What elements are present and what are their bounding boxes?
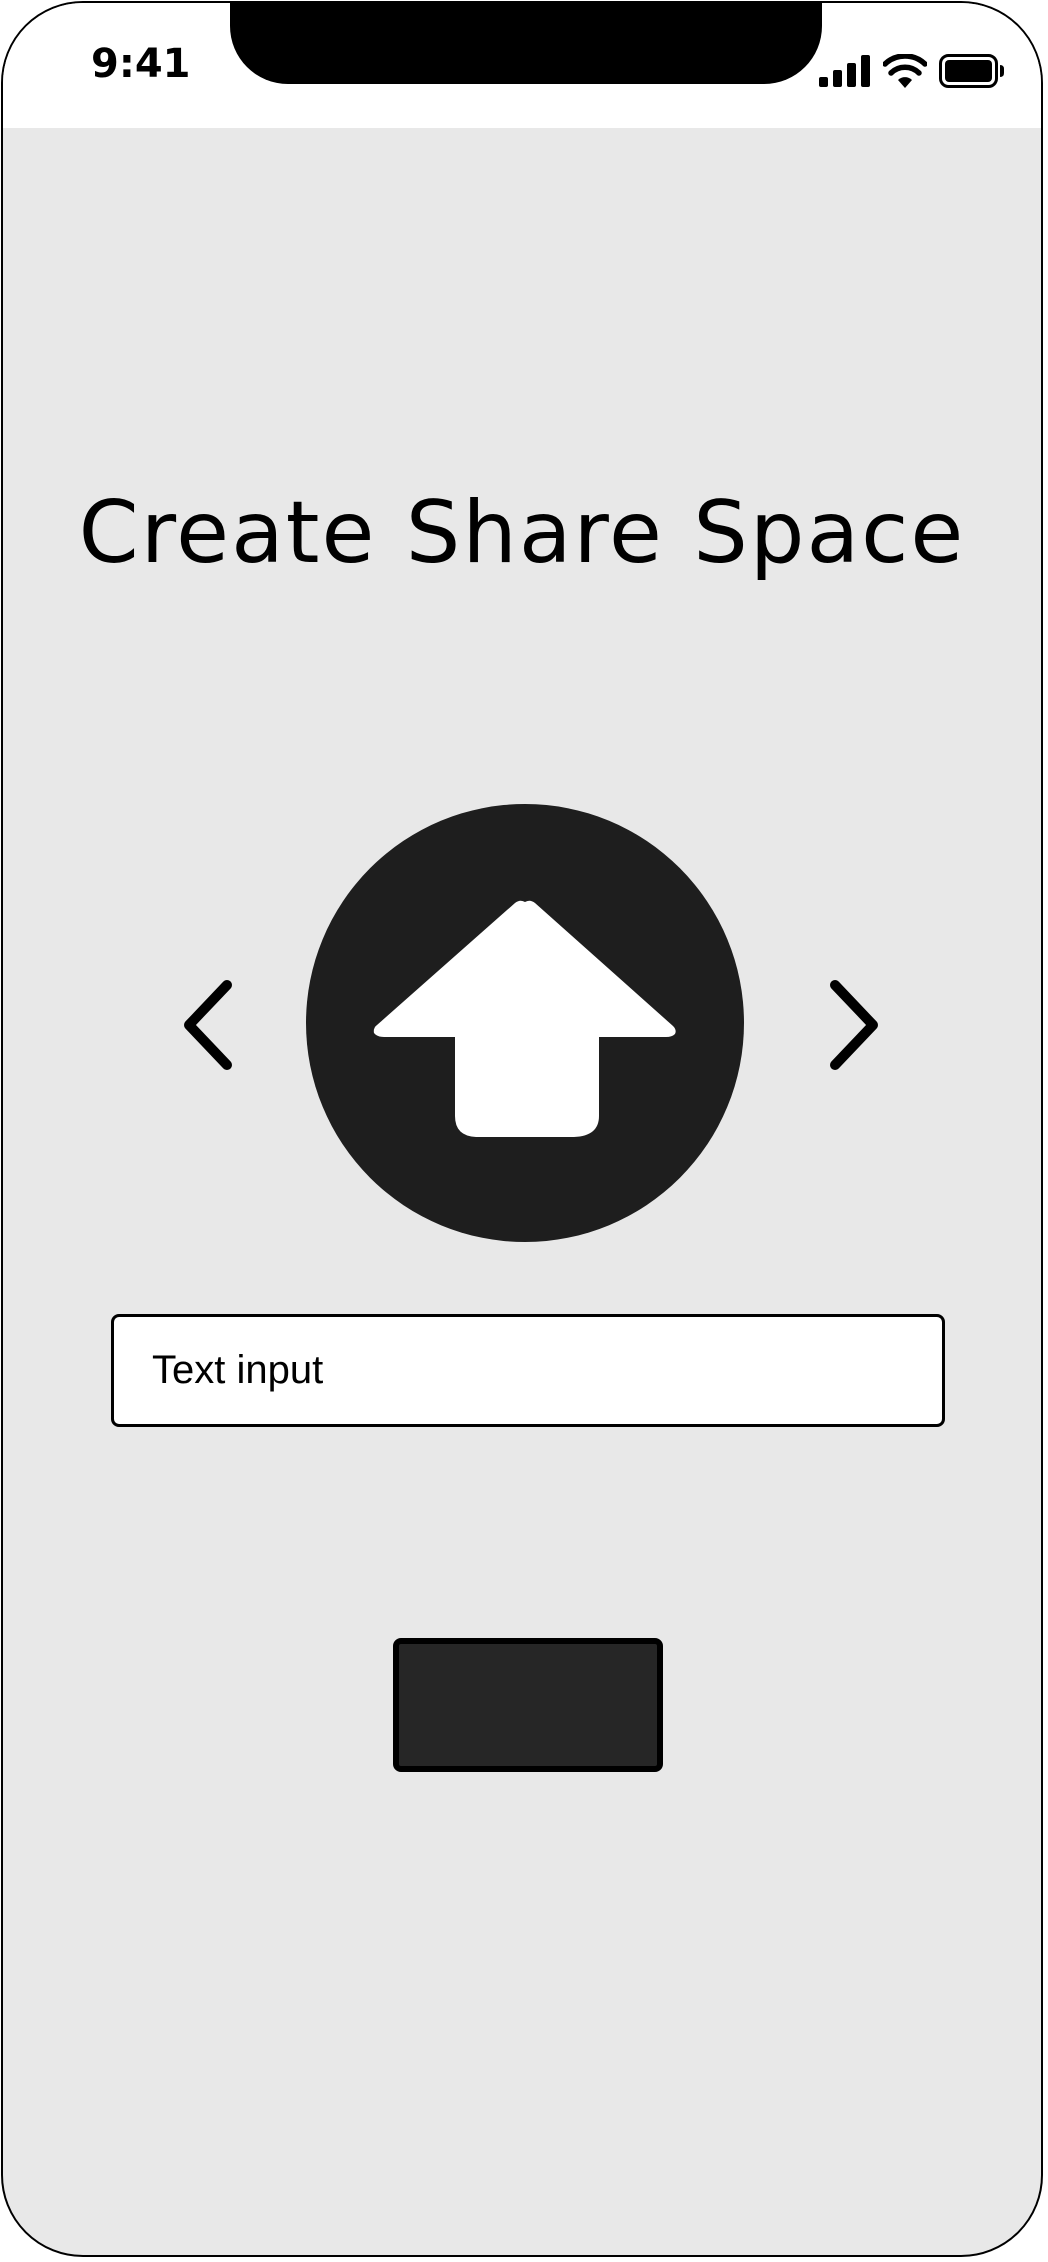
upload-arrow-icon — [373, 900, 676, 1137]
submit-button[interactable] — [393, 1638, 663, 1772]
status-bar: 9:41 — [3, 3, 1041, 128]
phone-frame: 9:41 Create Share Space — [1, 1, 1043, 2257]
upload-button[interactable] — [306, 804, 744, 1242]
page-title: Create Share Space — [78, 483, 966, 583]
chevron-left-icon[interactable] — [175, 975, 247, 1075]
text-input[interactable] — [111, 1314, 945, 1427]
notch — [230, 3, 822, 84]
cellular-signal-icon — [819, 55, 870, 87]
battery-icon — [939, 54, 1004, 88]
status-icons — [819, 51, 1005, 91]
status-time: 9:41 — [91, 41, 191, 87]
chevron-right-icon[interactable] — [815, 975, 887, 1075]
wifi-icon — [883, 54, 927, 88]
